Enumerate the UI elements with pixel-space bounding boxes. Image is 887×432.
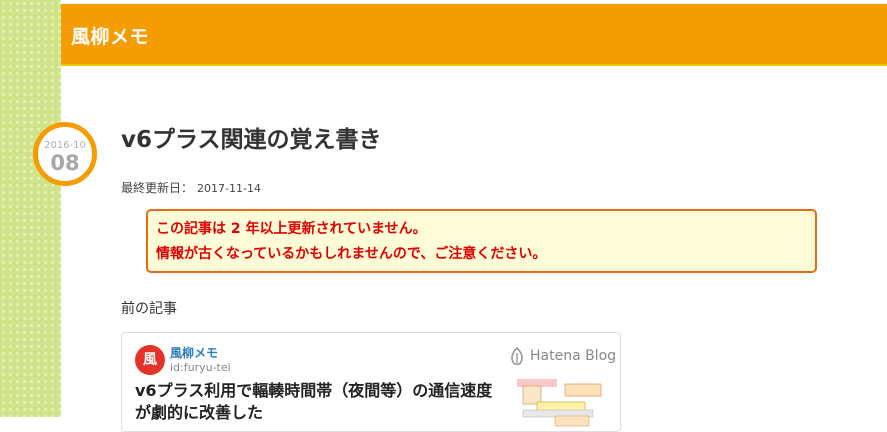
site-title-link[interactable]: 風柳メモ [71, 22, 149, 49]
hatena-blog-icon [511, 347, 523, 366]
hatena-blog-label: Hatena Blog [530, 348, 617, 364]
article-thumbnail [515, 376, 605, 431]
prev-article-card[interactable]: 風 風柳メモ id:furyu-tei Hatena Blog v6プラス利用で… [121, 332, 621, 432]
updated-label: 最終更新日： [121, 181, 194, 195]
updated-value: 2017-11-14 [197, 182, 261, 195]
outdated-notice: この記事は 2 年以上更新されていません。 情報が古くなっているかもしれませんの… [146, 209, 817, 273]
notice-line-1: この記事は 2 年以上更新されていません。 [156, 221, 427, 237]
date-year-month: 2016-10 [44, 140, 86, 151]
prev-article-label: 前の記事 [121, 301, 177, 317]
card-user-id: id:furyu-tei [170, 361, 231, 374]
card-site-name[interactable]: 風柳メモ [170, 344, 218, 361]
updated-date: 最終更新日： 2017-11-14 [121, 179, 261, 196]
card-article-title[interactable]: v6プラス利用で輻輳時間帯（夜間等）の通信速度が劇的に改善した [135, 380, 500, 424]
blog-favicon: 風 [135, 345, 165, 375]
notice-line-2: 情報が古くなっているかもしれませんので、ご注意ください。 [156, 246, 547, 262]
date-badge: 2016-10 08 [33, 122, 97, 186]
date-day: 08 [50, 151, 80, 175]
entry-title[interactable]: v6プラス関連の覚え書き [121, 120, 382, 154]
site-header: 風柳メモ [61, 4, 887, 66]
side-pattern [0, 0, 61, 417]
